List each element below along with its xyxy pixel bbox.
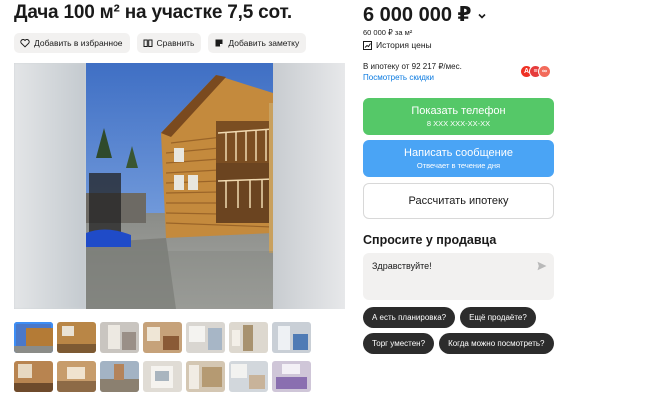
bank-logos: A ≡ ∞ bbox=[520, 65, 551, 78]
previous-photo-preview[interactable] bbox=[14, 63, 86, 309]
price-per-meter: 60 000 ₽ за м² bbox=[363, 28, 413, 37]
house-photo bbox=[86, 63, 273, 309]
price-value: 6 000 000 ₽ bbox=[363, 4, 472, 26]
seller-message-input[interactable]: Здравствуйте! bbox=[363, 253, 554, 300]
listing-actions: Добавить в избранное Сравнить Добавить з… bbox=[14, 33, 307, 53]
write-message-label: Написать сообщение bbox=[404, 147, 513, 159]
main-photo[interactable] bbox=[14, 63, 345, 309]
photo-thumbnail[interactable] bbox=[186, 361, 225, 392]
photo-thumbnail[interactable] bbox=[272, 322, 311, 353]
photo-thumbnail[interactable] bbox=[14, 361, 53, 392]
photo-thumbnail[interactable] bbox=[57, 322, 96, 353]
listing-title: Дача 100 м² на участке 7,5 сот. bbox=[14, 2, 292, 23]
write-message-button[interactable]: Написать сообщение Отвечает в течение дн… bbox=[363, 140, 554, 177]
photo-thumbnail[interactable] bbox=[229, 322, 268, 353]
chart-icon bbox=[363, 40, 372, 50]
chevron-down-icon[interactable] bbox=[477, 11, 487, 21]
note-icon bbox=[215, 39, 223, 47]
photo-thumbnails bbox=[14, 322, 311, 392]
add-note-button[interactable]: Добавить заметку bbox=[208, 33, 307, 53]
photo-thumbnail[interactable] bbox=[186, 322, 225, 353]
add-to-favorites-button[interactable]: Добавить в избранное bbox=[14, 33, 130, 53]
note-label: Добавить заметку bbox=[228, 38, 300, 48]
photo-thumbnail[interactable] bbox=[57, 361, 96, 392]
show-phone-button[interactable]: Показать телефон 8 XXX XXX-XX-XX bbox=[363, 98, 554, 135]
price[interactable]: 6 000 000 ₽ bbox=[363, 2, 487, 27]
photo-thumbnail[interactable] bbox=[100, 322, 139, 353]
response-time: Отвечает в течение дня bbox=[416, 161, 501, 170]
quick-question-chip[interactable]: А есть планировка? bbox=[363, 307, 456, 328]
calculate-mortgage-button[interactable]: Рассчитать ипотеку bbox=[363, 183, 554, 219]
next-photo-preview[interactable] bbox=[273, 63, 345, 309]
price-history-label: История цены bbox=[376, 40, 432, 50]
photo-thumbnail[interactable] bbox=[143, 322, 182, 353]
compare-icon bbox=[143, 39, 153, 47]
photo-thumbnail[interactable] bbox=[229, 361, 268, 392]
photo-thumbnail[interactable] bbox=[100, 361, 139, 392]
photo-thumbnail[interactable] bbox=[272, 361, 311, 392]
phone-mask: 8 XXX XXX-XX-XX bbox=[426, 119, 491, 128]
mortgage-offer: В ипотеку от 92 217 ₽/мес. bbox=[363, 62, 462, 71]
view-discounts-link[interactable]: Посмотреть скидки bbox=[363, 73, 434, 82]
calculate-mortgage-label: Рассчитать ипотеку bbox=[408, 195, 509, 207]
price-history-link[interactable]: История цены bbox=[363, 40, 432, 50]
send-icon[interactable] bbox=[537, 261, 547, 271]
show-phone-label: Показать телефон bbox=[411, 105, 506, 117]
compare-button[interactable]: Сравнить bbox=[136, 33, 202, 53]
photo-thumbnail[interactable] bbox=[14, 322, 53, 353]
quick-question-chip[interactable]: Ещё продаёте? bbox=[460, 307, 536, 328]
ask-seller-heading: Спросите у продавца bbox=[363, 233, 497, 247]
compare-label: Сравнить bbox=[156, 38, 195, 48]
quick-question-chip[interactable]: Торг уместен? bbox=[363, 333, 435, 354]
heart-icon bbox=[20, 39, 30, 48]
quick-questions: А есть планировка? Ещё продаёте? Торг ум… bbox=[363, 307, 563, 354]
favorite-label: Добавить в избранное bbox=[34, 38, 123, 48]
bank-logo: ∞ bbox=[538, 65, 551, 78]
quick-question-chip[interactable]: Когда можно посмотреть? bbox=[439, 333, 554, 354]
message-text: Здравствуйте! bbox=[372, 261, 432, 271]
photo-thumbnail[interactable] bbox=[143, 361, 182, 392]
